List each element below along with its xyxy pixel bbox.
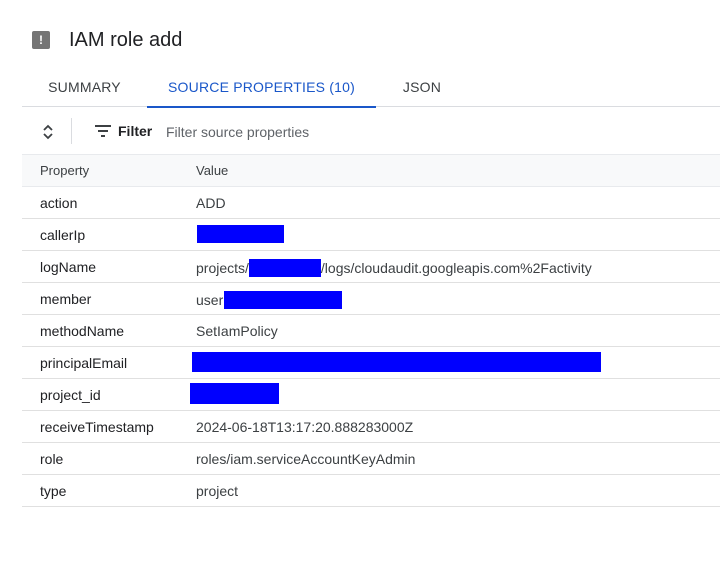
- tab-json[interactable]: JSON: [376, 68, 468, 106]
- property-cell: methodName: [40, 323, 125, 339]
- value-cell: roles/iam.serviceAccountKeyAdmin: [196, 451, 416, 467]
- filter-toolbar: Filter: [22, 110, 720, 152]
- redaction-block: [192, 352, 601, 372]
- filter-icon[interactable]: [94, 124, 112, 138]
- toolbar-divider: [71, 118, 72, 144]
- redaction-block: [224, 291, 343, 309]
- redaction-block: [197, 225, 284, 243]
- property-cell: type: [40, 483, 67, 499]
- table-row: principalEmail: [22, 347, 720, 379]
- column-header-property[interactable]: Property: [40, 163, 89, 178]
- tab-bar: SUMMARY SOURCE PROPERTIES (10) JSON: [22, 68, 720, 108]
- value-cell: ADD: [196, 195, 226, 211]
- properties-table: Property Value action ADD callerIp logNa…: [22, 154, 720, 507]
- property-cell: role: [40, 451, 64, 467]
- table-header: Property Value: [22, 154, 720, 187]
- value-cell: SetIamPolicy: [196, 323, 278, 339]
- tab-summary[interactable]: SUMMARY: [22, 68, 147, 106]
- expand-collapse-icon[interactable]: [38, 122, 58, 142]
- page-title: IAM role add: [69, 28, 183, 51]
- table-row: methodName SetIamPolicy: [22, 315, 720, 347]
- table-row: role roles/iam.serviceAccountKeyAdmin: [22, 443, 720, 475]
- column-header-value[interactable]: Value: [196, 163, 228, 178]
- value-prefix: projects/: [196, 260, 249, 276]
- value-cell: user:: [196, 291, 343, 309]
- value-cell: project: [196, 483, 239, 499]
- value-suffix: /logs/cloudaudit.googleapis.com%2Factivi…: [320, 260, 592, 276]
- redaction-block: [248, 259, 321, 277]
- table-row: type project: [22, 475, 720, 507]
- warning-icon: !: [32, 31, 50, 49]
- table-row: callerIp: [22, 219, 720, 251]
- property-cell: member: [40, 291, 92, 307]
- property-cell: logName: [40, 259, 97, 275]
- table-row: logName projects/ /logs/cloudaudit.google…: [22, 251, 720, 283]
- table-row: project_id: [22, 379, 720, 411]
- page-header: ! IAM role add: [32, 24, 182, 56]
- table-row: action ADD: [22, 187, 720, 219]
- value-prefix: user:: [196, 292, 228, 308]
- property-cell: principalEmail: [40, 355, 128, 371]
- property-cell: callerIp: [40, 227, 86, 243]
- property-cell: project_id: [40, 387, 101, 403]
- filter-input[interactable]: [164, 120, 468, 144]
- table-row: member user:: [22, 283, 720, 315]
- filter-label[interactable]: Filter: [118, 123, 152, 139]
- value-cell: projects/ /logs/cloudaudit.googleapis.com…: [196, 259, 592, 277]
- redaction-block: [190, 383, 279, 404]
- value-cell: 2024-06-18T13:17:20.888283000Z: [196, 419, 414, 435]
- table-row: receiveTimestamp 2024-06-18T13:17:20.888…: [22, 411, 720, 443]
- tab-source-properties[interactable]: SOURCE PROPERTIES (10): [147, 68, 376, 108]
- property-cell: action: [40, 195, 78, 211]
- property-cell: receiveTimestamp: [40, 419, 154, 435]
